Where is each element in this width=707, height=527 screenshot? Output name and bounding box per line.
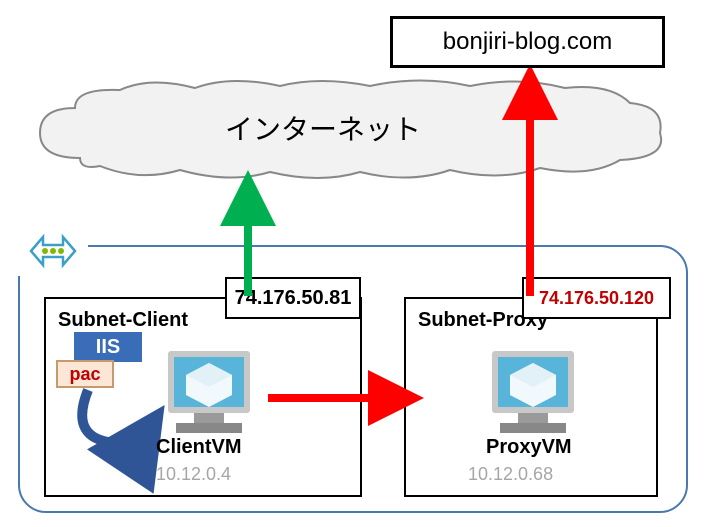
- client-vm-name: ClientVM: [156, 436, 242, 459]
- iis-label: IIS: [96, 336, 120, 359]
- client-public-ip: 74.176.50.81: [235, 287, 352, 310]
- vm-icon: [478, 345, 588, 445]
- pac-badge: pac: [56, 360, 114, 388]
- vm-icon: [154, 345, 264, 445]
- client-public-ip-badge: 74.176.50.81: [225, 277, 361, 319]
- internet-label: インターネット: [225, 108, 421, 148]
- subnet-client-label: Subnet-Client: [58, 309, 188, 332]
- client-vm-ip: 10.12.0.4: [156, 464, 231, 485]
- target-domain-text: bonjiri-blog.com: [443, 28, 612, 56]
- iis-badge: IIS: [74, 332, 142, 362]
- target-domain-box: bonjiri-blog.com: [390, 16, 665, 68]
- vnet-icon: [18, 226, 88, 276]
- pac-label: pac: [69, 364, 100, 385]
- proxy-public-ip-badge: 74.176.50.120: [522, 277, 671, 319]
- proxy-public-ip: 74.176.50.120: [539, 288, 654, 309]
- proxy-vm-ip: 10.12.0.68: [468, 464, 553, 485]
- proxy-vm-name: ProxyVM: [486, 436, 572, 459]
